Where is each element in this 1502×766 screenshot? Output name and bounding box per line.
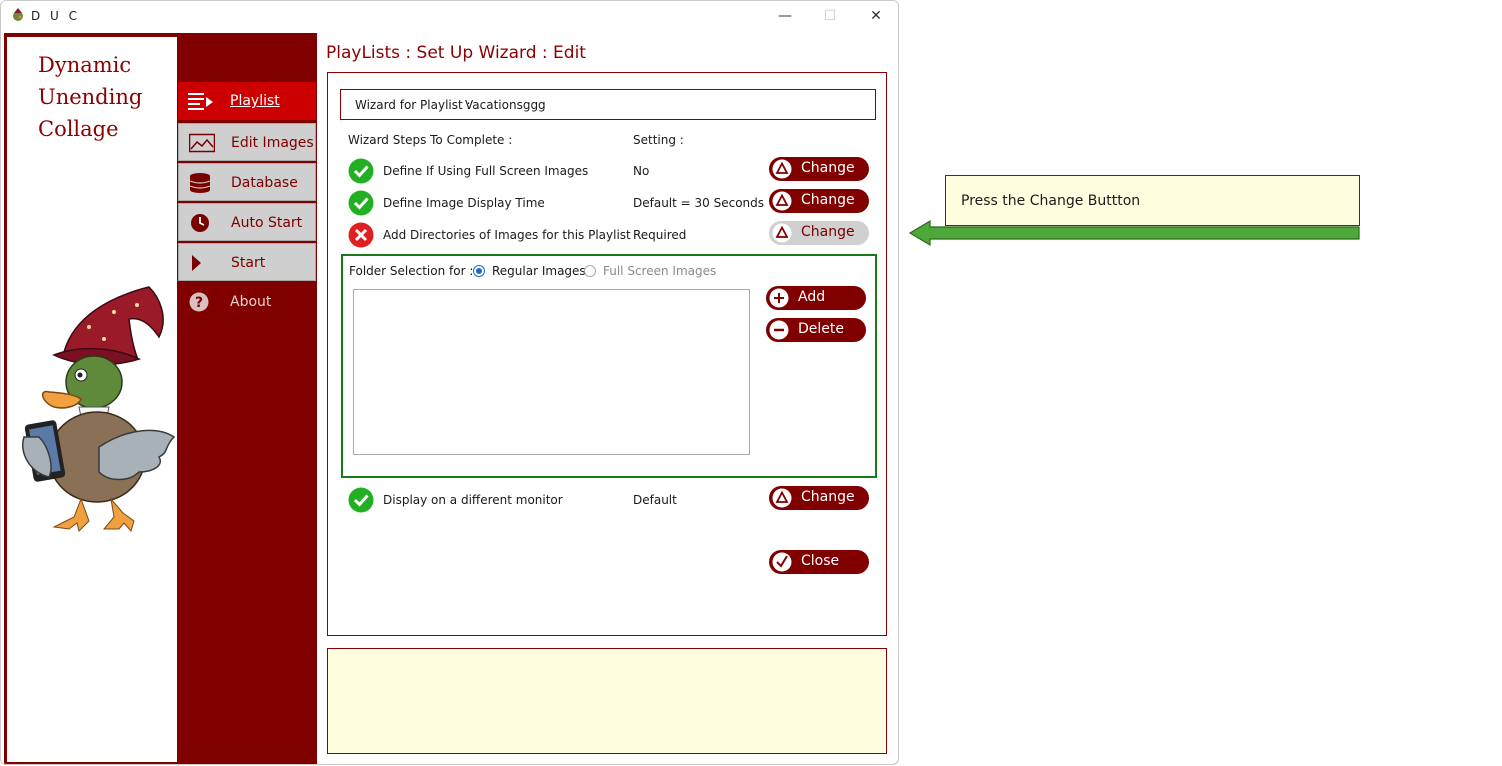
change-button-label: Change	[801, 192, 855, 208]
svg-text:?: ?	[195, 295, 203, 311]
window-title: D U C	[31, 9, 81, 23]
radio-selected-icon	[473, 265, 485, 277]
folder-selection-label: Folder Selection for :	[349, 264, 474, 278]
wizard-playlist-field: Wizard for Playlist : Vacationsggg	[340, 89, 876, 120]
nav-item-database[interactable]: Database	[178, 163, 316, 201]
change-button-directories[interactable]: Change	[769, 221, 869, 245]
logo-panel: Dynamic Unending Collage	[7, 37, 177, 762]
nav-item-edit-images[interactable]: Edit Images	[178, 123, 316, 161]
change-button-label: Change	[801, 489, 855, 505]
wizard-panel: Wizard for Playlist : Vacationsggg Wizar…	[327, 72, 887, 636]
checkmark-icon	[772, 552, 792, 572]
help-icon: ?	[189, 292, 209, 312]
setting-header: Setting :	[633, 133, 684, 147]
step-label: Add Directories of Images for this Playl…	[383, 228, 631, 242]
logo-line-1: Dynamic	[38, 53, 132, 77]
playlist-name: Vacationsggg	[465, 98, 546, 112]
step-label: Define Image Display Time	[383, 196, 545, 210]
error-x-icon	[348, 222, 374, 248]
page-title: PlayLists : Set Up Wizard : Edit	[326, 43, 586, 63]
duck-app-icon	[13, 8, 23, 21]
triangle-icon	[772, 488, 792, 508]
radio-unselected-icon	[584, 265, 596, 277]
change-button-label: Change	[801, 160, 855, 176]
nav-item-auto-start[interactable]: Auto Start	[178, 203, 316, 241]
check-icon	[348, 487, 374, 513]
step-value: No	[633, 164, 650, 178]
wizard-step-display-time: Define Image Display Time Default = 30 S…	[348, 189, 873, 216]
steps-header: Wizard Steps To Complete :	[348, 133, 513, 147]
step-label: Display on a different monitor	[383, 493, 563, 507]
step-value: Default = 30 Seconds	[633, 196, 765, 210]
play-icon	[192, 255, 201, 271]
nav-label-database: Database	[231, 175, 298, 191]
triangle-icon	[772, 159, 792, 179]
nav-item-start[interactable]: Start	[178, 243, 316, 281]
delete-button-label: Delete	[798, 321, 844, 337]
nav-label-about: About	[230, 294, 272, 310]
logo-text: Dynamic Unending Collage	[38, 49, 142, 145]
folder-selection-panel: Folder Selection for : Regular Images Fu…	[341, 254, 877, 478]
pointer-arrow-icon	[908, 219, 1360, 247]
plus-icon	[769, 288, 789, 308]
content-area: PlayLists : Set Up Wizard : Edit Wizard …	[317, 33, 898, 764]
nav-label-start: Start	[231, 255, 266, 271]
folder-list[interactable]	[353, 289, 750, 455]
wizard-for-label: Wizard for Playlist :	[355, 98, 471, 112]
change-button-label: Change	[801, 224, 855, 240]
logo-line-2: Unending	[38, 85, 143, 109]
nav-label-auto-start: Auto Start	[231, 215, 303, 231]
maximize-button[interactable]: ☐	[818, 5, 842, 27]
wizard-duck-mascot	[22, 286, 176, 532]
step-label: Define If Using Full Screen Images	[383, 164, 589, 178]
check-icon	[348, 158, 374, 184]
change-button-full-screen[interactable]: Change	[769, 157, 869, 181]
nav-item-about[interactable]: ? About	[178, 283, 316, 321]
add-button-label: Add	[798, 289, 826, 305]
app-window: D U C — ☐ ✕ Dynamic Unending Collage Pla…	[0, 0, 899, 765]
wizard-step-directories: Add Directories of Images for this Playl…	[348, 221, 873, 248]
minimize-button[interactable]: —	[773, 5, 797, 27]
nav-item-playlist[interactable]: Playlist	[178, 82, 316, 120]
title-bar[interactable]: D U C — ☐ ✕	[1, 1, 898, 31]
help-message-panel	[327, 648, 887, 754]
database-icon	[189, 173, 211, 193]
radio-label: Regular Images	[492, 264, 586, 278]
change-button-display-time[interactable]: Change	[769, 189, 869, 213]
logo-line-3: Collage	[38, 117, 119, 141]
close-button[interactable]: Close	[769, 550, 869, 574]
callout-text: Press the Change Buttton	[961, 193, 1141, 209]
image-icon	[189, 133, 215, 153]
add-folder-button[interactable]: Add	[766, 286, 866, 310]
wizard-step-monitor: Display on a different monitor Default C…	[348, 486, 873, 513]
triangle-icon	[772, 223, 792, 243]
nav-label-edit-images: Edit Images	[231, 135, 314, 151]
triangle-icon	[772, 191, 792, 211]
step-value: Default	[633, 493, 677, 507]
step-value: Required	[633, 228, 687, 242]
nav-label-playlist: Playlist	[230, 93, 280, 109]
close-button-label: Close	[801, 553, 840, 569]
clock-icon	[191, 214, 209, 232]
minus-icon	[769, 320, 789, 340]
change-button-monitor[interactable]: Change	[769, 486, 869, 510]
radio-label: Full Screen Images	[603, 264, 717, 278]
delete-folder-button[interactable]: Delete	[766, 318, 866, 342]
close-window-button[interactable]: ✕	[864, 5, 888, 27]
check-icon	[348, 190, 374, 216]
wizard-step-full-screen: Define If Using Full Screen Images No Ch…	[348, 157, 873, 184]
playlist-icon	[188, 93, 213, 110]
